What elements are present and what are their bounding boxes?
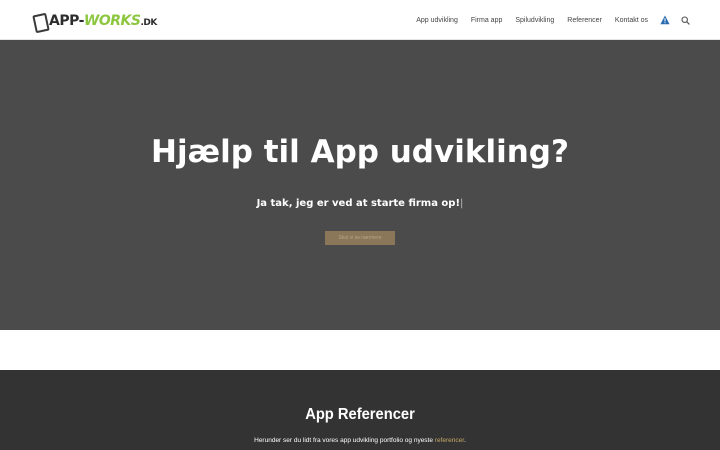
nav-item-kontakt-os[interactable]: Kontakt os <box>615 17 648 24</box>
references-text-after: . <box>464 437 466 444</box>
references-title: App Referencer <box>305 406 415 423</box>
references-text: Herunder ser du lidt fra vores app udvik… <box>0 437 720 444</box>
references-text-before: Herunder ser du lidt fra vores app udvik… <box>254 437 435 444</box>
hero-subtitle: Ja tak, jeg er ved at starte firma op!| <box>0 198 720 209</box>
site-header: APP-WORKS.DK App udvikling Firma app Spi… <box>0 0 720 40</box>
logo-text: APP-WORKS.DK <box>49 13 157 29</box>
nav-item-app-udvikling[interactable]: App udvikling <box>416 17 458 24</box>
nav-item-referencer[interactable]: Referencer <box>567 17 602 24</box>
logo-phone-icon <box>32 12 50 34</box>
hero-section: Hjælp til App udvikling? Ja tak, jeg er … <box>0 40 720 330</box>
hero-cta-button[interactable]: Skal vi se nærmere <box>325 231 395 245</box>
main-nav: App udvikling Firma app Spiludvikling Re… <box>403 0 690 40</box>
site-logo[interactable]: APP-WORKS.DK <box>32 10 157 34</box>
references-link[interactable]: referencer <box>435 437 464 444</box>
references-section: App Referencer Herunder ser du lidt fra … <box>0 370 720 450</box>
hero-subtitle-text: Ja tak, jeg er ved at starte firma op! <box>256 198 461 209</box>
nav-item-firma-app[interactable]: Firma app <box>471 17 503 24</box>
section-spacer <box>0 330 720 370</box>
search-icon[interactable] <box>681 15 690 25</box>
nav-item-spiludvikling[interactable]: Spiludvikling <box>515 17 554 24</box>
warning-triangle-icon[interactable] <box>660 15 670 25</box>
hero-title: Hjælp til App udvikling? <box>151 134 569 170</box>
typing-caret: | <box>460 198 464 209</box>
